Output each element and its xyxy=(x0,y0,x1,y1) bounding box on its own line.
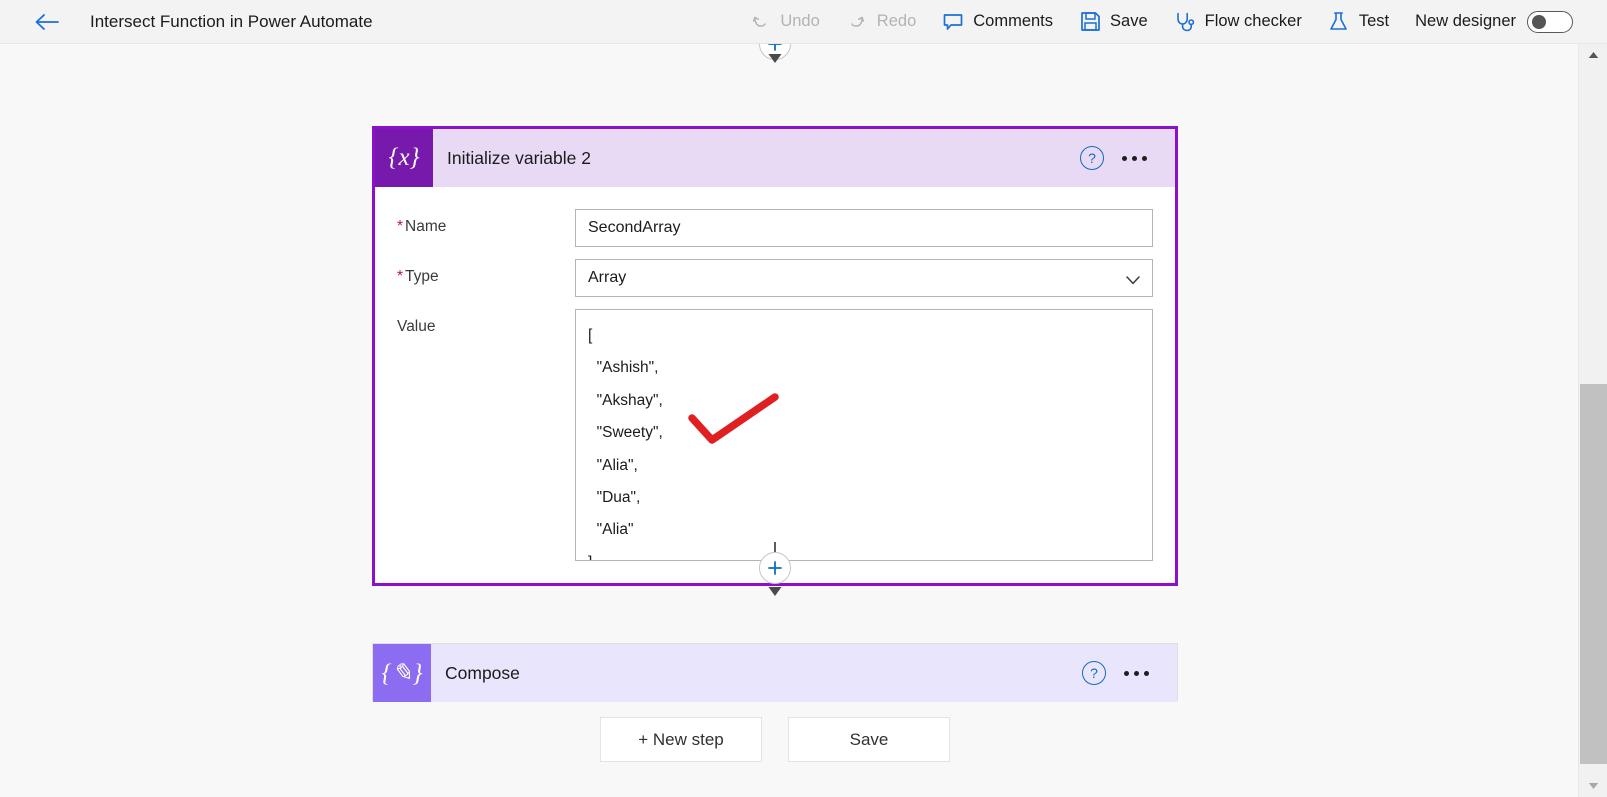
value-field-wrap: [ "Ashish", "Akshay", "Sweety", "Alia", … xyxy=(575,309,1153,561)
new-step-button[interactable]: + New step xyxy=(600,717,762,762)
card-header: {x} Initialize variable 2 ? xyxy=(375,129,1175,187)
back-arrow-icon xyxy=(34,12,60,32)
card-header-actions: ? xyxy=(1080,146,1175,170)
value-line: [ xyxy=(588,320,1140,352)
value-line: "Ashish", xyxy=(588,352,1140,384)
undo-icon xyxy=(749,11,771,33)
value-line: "Akshay", xyxy=(588,385,1140,417)
flow-checker-label: Flow checker xyxy=(1205,13,1302,30)
value-line: ] xyxy=(588,547,1140,561)
type-select[interactable] xyxy=(575,259,1153,297)
value-line: "Alia", xyxy=(588,450,1140,482)
scroll-down-arrow-icon[interactable] xyxy=(1579,775,1607,797)
value-field-label: Value xyxy=(397,309,575,561)
new-designer-toggle[interactable] xyxy=(1527,11,1573,33)
name-input[interactable] xyxy=(575,209,1153,247)
toggle-knob xyxy=(1532,15,1546,29)
redo-button[interactable]: Redo xyxy=(833,0,929,44)
card-body: *Name *Type xyxy=(375,187,1175,561)
field-row-name: *Name xyxy=(397,209,1153,247)
card-title: Initialize variable 2 xyxy=(447,148,591,169)
flow-checker-button[interactable]: Flow checker xyxy=(1161,0,1315,44)
comments-label: Comments xyxy=(973,13,1053,30)
arrow-down-icon-top xyxy=(767,50,783,64)
bottom-action-bar: + New step Save xyxy=(600,717,950,762)
help-circle-icon[interactable]: ? xyxy=(1080,146,1104,170)
new-designer-toggle-group: New designer xyxy=(1402,0,1579,44)
plus-icon xyxy=(768,561,782,575)
type-label-text: Type xyxy=(405,268,439,285)
arrow-down-icon-middle xyxy=(767,583,783,597)
save-disk-icon xyxy=(1079,11,1101,33)
card-title: Compose xyxy=(445,663,520,684)
ellipsis-icon[interactable] xyxy=(1116,663,1157,684)
vertical-scrollbar[interactable] xyxy=(1578,44,1607,797)
required-asterisk: * xyxy=(397,268,403,285)
name-field-label: *Name xyxy=(397,209,575,247)
type-field-wrap xyxy=(575,259,1153,297)
comment-icon xyxy=(942,11,964,33)
stethoscope-icon xyxy=(1174,11,1196,33)
help-circle-icon[interactable]: ? xyxy=(1082,661,1106,685)
card-header: {✎} Compose ? xyxy=(373,644,1177,702)
field-row-value: Value [ "Ashish", "Akshay", "Sweety", "A… xyxy=(397,309,1153,561)
save-flow-button[interactable]: Save xyxy=(788,717,950,762)
command-button-group: Undo Redo Comments xyxy=(736,0,1579,44)
value-line: "Alia" xyxy=(588,514,1140,546)
value-textarea[interactable]: [ "Ashish", "Akshay", "Sweety", "Alia", … xyxy=(575,309,1153,561)
field-row-type: *Type xyxy=(397,259,1153,297)
redo-icon xyxy=(846,11,868,33)
save-label: Save xyxy=(1110,13,1148,30)
scroll-up-arrow-icon[interactable] xyxy=(1579,44,1607,66)
page-title: Intersect Function in Power Automate xyxy=(90,12,373,32)
back-button[interactable] xyxy=(24,0,70,44)
top-command-bar: Intersect Function in Power Automate Und… xyxy=(0,0,1607,44)
test-label: Test xyxy=(1359,13,1389,30)
type-field-label: *Type xyxy=(397,259,575,297)
flask-icon xyxy=(1328,11,1350,33)
card-header-actions: ? xyxy=(1082,661,1177,685)
test-button[interactable]: Test xyxy=(1315,0,1402,44)
required-asterisk: * xyxy=(397,218,403,235)
ellipsis-icon[interactable] xyxy=(1114,148,1155,169)
undo-button[interactable]: Undo xyxy=(736,0,832,44)
card-compose[interactable]: {✎} Compose ? xyxy=(372,643,1178,701)
flow-canvas: {x} Initialize variable 2 ? *Name xyxy=(0,44,1578,797)
scroll-thumb[interactable] xyxy=(1580,384,1607,764)
name-label-text: Name xyxy=(405,218,446,235)
undo-label: Undo xyxy=(780,13,819,30)
initialize-variable-icon: {x} xyxy=(375,129,433,187)
compose-icon: {✎} xyxy=(373,644,431,702)
comments-button[interactable]: Comments xyxy=(929,0,1066,44)
redo-label: Redo xyxy=(877,13,916,30)
save-button[interactable]: Save xyxy=(1066,0,1161,44)
name-field-wrap xyxy=(575,209,1153,247)
connector-line xyxy=(774,542,776,552)
add-step-button-middle[interactable] xyxy=(759,552,791,584)
card-initialize-variable-2[interactable]: {x} Initialize variable 2 ? *Name xyxy=(372,126,1178,586)
connector-top xyxy=(759,44,791,66)
value-line: "Dua", xyxy=(588,482,1140,514)
value-line: "Sweety", xyxy=(588,417,1140,449)
new-designer-label: New designer xyxy=(1415,12,1516,31)
connector-middle xyxy=(759,542,791,600)
